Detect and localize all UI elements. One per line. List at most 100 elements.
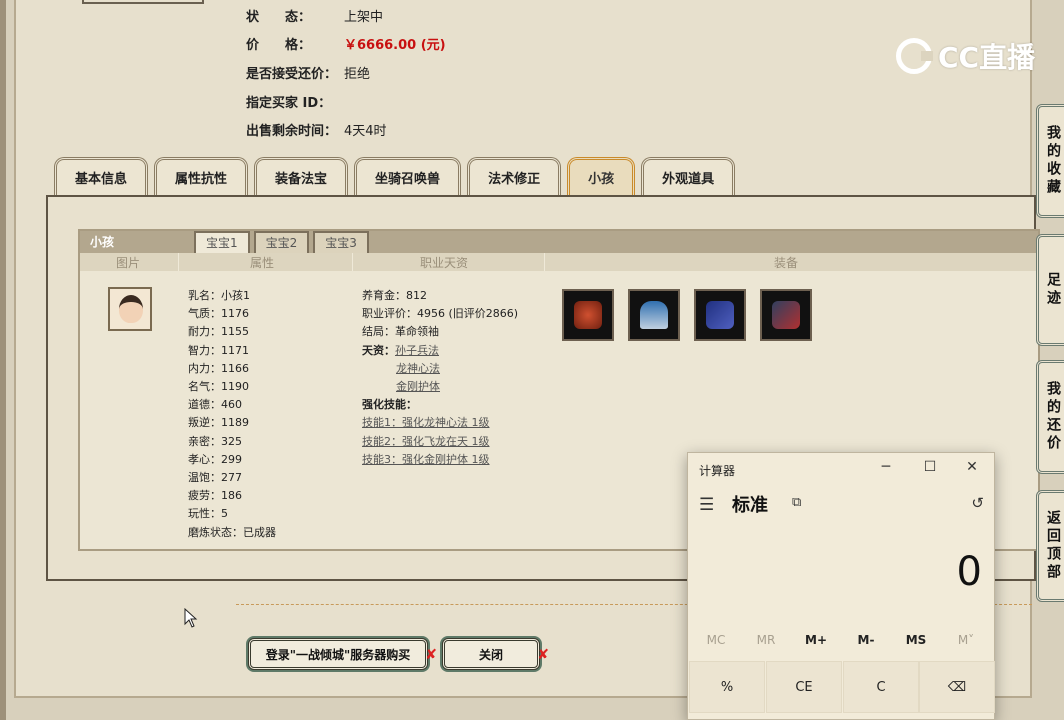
talent-row-2: 龙神心法 [362, 360, 518, 378]
skill-link-1[interactable]: 技能1：强化龙神心法 1级 [362, 416, 490, 429]
attr-intimacy: 亲密：325 [188, 434, 242, 448]
side-nav-back-to-top[interactable]: 返回顶部 [1036, 490, 1064, 602]
subtab-baby-2[interactable]: 宝宝2 [253, 231, 310, 253]
memory-recall-button[interactable]: MR [741, 633, 791, 647]
column-divider [352, 253, 353, 271]
tab-equipment[interactable]: 装备法宝 [254, 157, 349, 195]
item-thumbnail-edge [82, 0, 204, 4]
tab-spells[interactable]: 法术修正 [467, 157, 562, 195]
column-image: 图片 [116, 256, 141, 270]
talent-link-2[interactable]: 龙神心法 [396, 362, 440, 375]
backspace-key[interactable]: ⌫ [919, 661, 995, 713]
memory-list-button[interactable]: M˅ [941, 633, 991, 647]
attr-training-status: 磨炼状态：已成器 [188, 525, 276, 539]
close-button[interactable]: 关闭 ✘ [442, 638, 549, 670]
mouse-cursor-icon [184, 608, 198, 628]
buy-button-label: 登录"一战倾城"服务器购买 [265, 647, 411, 662]
equipment-armor-icon[interactable] [562, 289, 614, 341]
detail-tabs: 基本信息 属性抗性 装备法宝 坐骑召唤兽 法术修正 小孩 外观道具 [54, 157, 736, 195]
memory-store-button[interactable]: MS [891, 633, 941, 647]
column-equipment: 装备 [774, 256, 799, 270]
column-divider [544, 253, 545, 271]
attr-fame: 名气：1190 [188, 380, 249, 394]
attr-temperament: 气质：1176 [188, 307, 249, 321]
calculator-mode: 标准 [732, 495, 768, 516]
page-background: 状 态： 上架中 价 格： ￥6666.00 (元) 是否接受还价： 拒绝 指定… [0, 0, 1064, 720]
tab-appearance[interactable]: 外观道具 [641, 157, 736, 195]
equipment-chest-icon[interactable] [760, 289, 812, 341]
buy-button-x-icon: ✘ [425, 647, 437, 663]
skill-link-3[interactable]: 技能3：强化金刚护体 1级 [362, 453, 490, 466]
attr-playfulness: 玩性：5 [188, 507, 228, 521]
side-nav-counter-offers-label: 我的还价 [1045, 381, 1061, 453]
calculator-window: 计算器 ─ ☐ ✕ ☰ 标准 ⧉ ↺ 0 MC MR M+ M- MS M˅ %… [687, 452, 995, 720]
skill-row-3: 技能3：强化金刚护体 1级 [362, 451, 518, 469]
column-divider [178, 253, 179, 271]
equipment-book-icon[interactable] [694, 289, 746, 341]
column-attributes: 属性 [250, 256, 275, 270]
hamburger-menu-icon[interactable]: ☰ [699, 495, 714, 515]
clear-entry-key[interactable]: CE [766, 661, 842, 713]
buyer-id-label: 指定买家 ID： [246, 96, 332, 111]
tab-attributes[interactable]: 属性抗性 [154, 157, 249, 195]
attr-rebellion: 叛逆：1189 [188, 416, 249, 430]
side-nav-favorites[interactable]: 我的收藏 [1036, 104, 1064, 218]
price-value: ￥6666.00 (元) [344, 38, 446, 53]
subtab-baby-1[interactable]: 宝宝1 [194, 231, 250, 253]
memory-subtract-button[interactable]: M- [841, 633, 891, 647]
talent-link-1[interactable]: 孙子兵法 [395, 344, 439, 357]
talent-link-3[interactable]: 金刚护体 [396, 380, 440, 393]
minimize-icon[interactable]: ─ [876, 459, 896, 475]
baby-subtabs: 宝宝1 宝宝2 宝宝3 [194, 231, 369, 253]
percent-key[interactable]: % [689, 661, 765, 713]
subtab-baby-3[interactable]: 宝宝3 [313, 231, 369, 253]
tab-basic-info[interactable]: 基本信息 [54, 157, 149, 195]
clear-key[interactable]: C [843, 661, 919, 713]
counter-offer-value: 拒绝 [344, 67, 371, 82]
side-nav-back-to-top-label: 返回顶部 [1045, 510, 1061, 582]
close-icon[interactable]: ✕ [962, 459, 982, 475]
talent-label: 天资： [362, 343, 395, 357]
tab-child[interactable]: 小孩 [567, 157, 636, 195]
attribute-list: 乳名：小孩1 气质：1176 耐力：1155 智力：1171 内力：1166 名… [188, 287, 276, 542]
close-button-x-icon: ✘ [537, 647, 549, 663]
tab-mounts[interactable]: 坐骑召唤兽 [354, 157, 462, 195]
child-face-icon [119, 295, 143, 323]
cc-live-logo: CC直播 [896, 36, 1035, 76]
equipment-robe-icon[interactable] [628, 289, 680, 341]
attr-satiety: 温饱：277 [188, 471, 242, 485]
attr-morality: 道德：460 [188, 398, 242, 412]
status-value: 上架中 [344, 10, 384, 25]
side-nav-favorites-label: 我的收藏 [1045, 125, 1061, 197]
attr-intellect: 智力：1171 [188, 343, 249, 357]
skill-row-1: 技能1：强化龙神心法 1级 [362, 414, 518, 432]
memory-add-button[interactable]: M+ [791, 633, 841, 647]
close-button-label: 关闭 [478, 647, 503, 662]
attr-name: 乳名：小孩1 [188, 289, 250, 302]
price-label: 价 格： [246, 38, 312, 53]
memory-clear-button[interactable]: MC [691, 633, 741, 647]
skill-link-2[interactable]: 技能2：强化飞龙在天 1级 [362, 435, 490, 448]
logo-text: CC直播 [938, 41, 1036, 74]
ending: 结局：革命领袖 [362, 325, 439, 339]
keep-on-top-icon[interactable]: ⧉ [792, 495, 801, 510]
talent-row-3: 金刚护体 [362, 378, 518, 396]
skills-label: 强化技能： [362, 398, 417, 412]
remaining-time-value: 4天4时 [344, 124, 387, 139]
maximize-icon[interactable]: ☐ [920, 459, 940, 475]
calculator-display: 0 [956, 549, 982, 595]
attr-stamina: 耐力：1155 [188, 325, 249, 339]
remaining-time-label: 出售剩余时间： [246, 124, 338, 139]
side-nav-history[interactable]: 足迹 [1036, 234, 1064, 346]
skill-row-2: 技能2：强化飞龙在天 1级 [362, 433, 518, 451]
counter-offer-label: 是否接受还价： [246, 67, 338, 82]
equipment-slots [562, 289, 812, 341]
buy-button[interactable]: 登录"一战倾城"服务器购买 ✘ [248, 638, 437, 670]
column-job-talent: 职业天资 [420, 256, 469, 270]
calculator-title: 计算器 [699, 464, 736, 478]
attr-fatigue: 疲劳：186 [188, 489, 242, 503]
raise-money: 养育金：812 [362, 289, 427, 302]
history-icon[interactable]: ↺ [971, 494, 984, 512]
status-label: 状 态： [246, 10, 312, 25]
side-nav-counter-offers[interactable]: 我的还价 [1036, 360, 1064, 474]
